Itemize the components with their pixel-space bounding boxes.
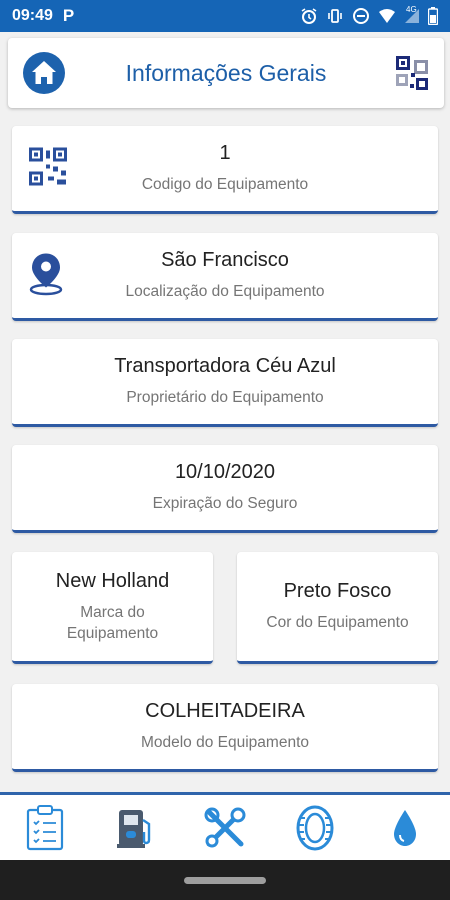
nav-checklist-button[interactable] xyxy=(19,802,71,854)
bottom-navigation xyxy=(0,792,450,860)
nav-fuel-button[interactable] xyxy=(109,802,161,854)
home-gesture-handle[interactable] xyxy=(184,877,266,884)
equipment-brand-card: New Holland Marca do Equipamento xyxy=(12,552,213,664)
do-not-disturb-icon xyxy=(352,7,370,25)
parking-app-icon: P xyxy=(62,6,75,25)
water-drop-icon xyxy=(394,809,416,846)
vibrate-icon xyxy=(326,7,344,25)
insurance-expiration-card: 10/10/2020 Expiração do Seguro xyxy=(12,445,438,533)
qr-scan-icon xyxy=(396,56,428,90)
alarm-icon xyxy=(300,7,318,25)
equipment-model-card: COLHEITADEIRA Modelo do Equipamento xyxy=(12,684,438,772)
equipment-location-label: Localização do Equipamento xyxy=(125,283,325,300)
equipment-color-card: Preto Fosco Cor do Equipamento xyxy=(237,552,438,664)
equipment-brand-value: New Holland xyxy=(55,569,170,592)
equipment-location-card: São Francisco Localização do Equipamento xyxy=(12,233,438,321)
system-navigation-bar xyxy=(0,860,450,900)
equipment-owner-card: Transportadora Céu Azul Proprietário do … xyxy=(12,339,438,427)
battery-icon xyxy=(428,7,438,25)
equipment-color-label: Cor do Equipamento xyxy=(266,614,409,631)
equipment-code-label: Codigo do Equipamento xyxy=(141,176,309,193)
status-time: 09:49 xyxy=(12,7,53,24)
cell-signal-icon: 4G xyxy=(404,5,420,24)
app-header: Informações Gerais xyxy=(8,38,444,108)
fuel-pump-icon xyxy=(117,809,151,848)
nav-fluids-button[interactable] xyxy=(379,802,431,854)
qr-code-icon xyxy=(28,146,68,191)
equipment-owner-label: Proprietário do Equipamento xyxy=(126,389,324,406)
wifi-icon xyxy=(378,8,396,24)
equipment-code-value: 1 xyxy=(219,142,231,164)
location-pin-icon xyxy=(28,251,64,300)
page-title: Informações Gerais xyxy=(125,59,327,86)
clipboard-icon xyxy=(26,804,64,850)
qr-code-scan-button[interactable] xyxy=(394,54,432,92)
equipment-code-card: 1 Codigo do Equipamento xyxy=(12,126,438,214)
network-type-label: 4G xyxy=(406,5,417,14)
home-icon xyxy=(23,52,65,94)
nav-maintenance-button[interactable] xyxy=(199,802,251,854)
home-button[interactable] xyxy=(22,51,66,95)
equipment-brand-label: Marca do Equipamento xyxy=(66,603,159,642)
equipment-model-label: Modelo do Equipamento xyxy=(140,734,310,751)
equipment-color-value: Preto Fosco xyxy=(283,580,392,602)
equipment-location-value: São Francisco xyxy=(161,249,289,271)
equipment-owner-value: Transportadora Céu Azul xyxy=(114,355,336,377)
tire-icon xyxy=(296,805,334,850)
insurance-expiration-label: Expiração do Seguro xyxy=(152,495,298,512)
status-bar: 09:49 P 4G xyxy=(0,0,450,32)
equipment-model-value: COLHEITADEIRA xyxy=(145,700,305,722)
nav-tires-button[interactable] xyxy=(289,802,341,854)
insurance-expiration-value: 10/10/2020 xyxy=(174,461,276,483)
tools-icon xyxy=(204,807,246,847)
